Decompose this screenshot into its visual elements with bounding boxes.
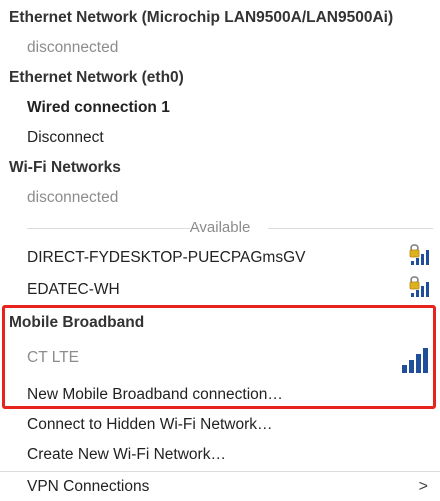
disconnect-label: Disconnect: [27, 129, 104, 146]
wifi-status: disconnected: [0, 183, 440, 213]
connection-label: Wired connection 1: [27, 99, 170, 116]
ethernet-microchip-status: disconnected: [0, 33, 440, 63]
wifi-network-item[interactable]: EDATEC-WH: [0, 275, 440, 305]
section-header-ethernet-microchip: Ethernet Network (Microchip LAN9500A/LAN…: [0, 3, 440, 33]
status-label: disconnected: [27, 39, 119, 56]
highlight-box: [2, 305, 436, 409]
connect-hidden-label: Connect to Hidden Wi-Fi Network…: [27, 416, 273, 433]
menu-item-connect-hidden-wifi[interactable]: Connect to Hidden Wi-Fi Network…: [0, 410, 440, 440]
section-header-label: Ethernet Network (Microchip LAN9500A/LAN…: [9, 9, 394, 26]
menu-item-create-new-wifi[interactable]: Create New Wi-Fi Network…: [0, 440, 440, 470]
wifi-signal-locked-icon: [409, 244, 429, 265]
wifi-ssid-label: DIRECT-FYDESKTOP-PUECPAGmsGV: [27, 249, 306, 266]
section-header-wifi: Wi-Fi Networks: [0, 153, 440, 183]
menu-item-vpn-connections[interactable]: VPN Connections >: [0, 472, 440, 501]
status-label: disconnected: [27, 189, 119, 206]
chevron-right-icon: >: [418, 478, 428, 495]
menu-item-wired-connection-1[interactable]: Wired connection 1: [0, 93, 440, 123]
section-header-label: Ethernet Network (eth0): [9, 69, 184, 86]
menu-item-disconnect[interactable]: Disconnect: [0, 123, 440, 153]
section-header-ethernet-eth0: Ethernet Network (eth0): [0, 63, 440, 93]
create-new-label: Create New Wi-Fi Network…: [27, 446, 226, 463]
section-header-label: Wi-Fi Networks: [9, 159, 121, 176]
wifi-ssid-label: EDATEC-WH: [27, 281, 120, 298]
available-separator-label: Available: [189, 219, 251, 236]
network-menu: Ethernet Network (Microchip LAN9500A/LAN…: [0, 0, 440, 501]
vpn-label: VPN Connections: [27, 478, 150, 495]
wifi-signal-locked-icon: [409, 276, 429, 297]
wifi-network-item[interactable]: DIRECT-FYDESKTOP-PUECPAGmsGV: [0, 243, 440, 273]
